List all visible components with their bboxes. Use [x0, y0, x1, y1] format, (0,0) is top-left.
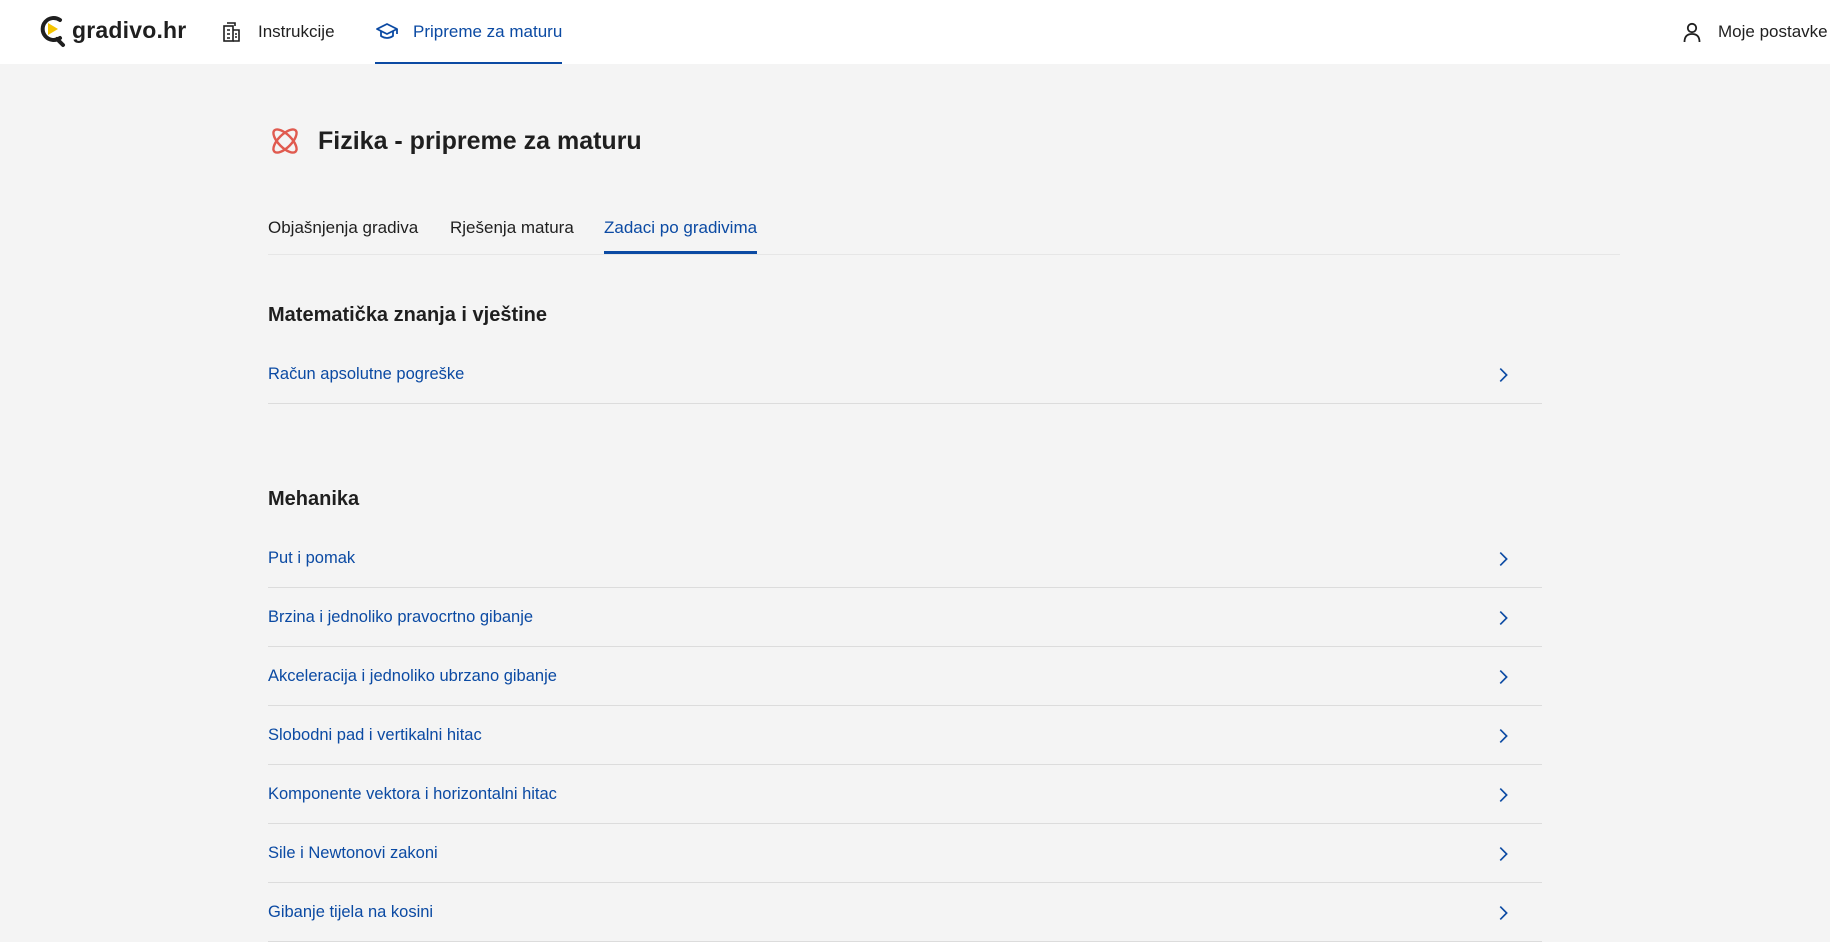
chevron-right-icon — [1499, 905, 1508, 920]
top-navigation-bar: gradivo.hr Instrukcije Pripreme za matur… — [0, 0, 1830, 64]
topic-list: Put i pomak Brzina i jednoliko pravocrtn… — [268, 530, 1542, 942]
page-header: Fizika - pripreme za maturu — [268, 124, 642, 158]
topic-list: Račun apsolutne pogreške — [268, 346, 1542, 404]
topic-item[interactable]: Put i pomak — [268, 530, 1542, 588]
topic-item[interactable]: Slobodni pad i vertikalni hitac — [268, 707, 1542, 765]
topic-label: Put i pomak — [268, 549, 356, 567]
graduation-cap-icon — [376, 23, 398, 39]
chevron-right-icon — [1499, 669, 1508, 684]
chevron-right-icon — [1499, 551, 1508, 566]
tab-objasnjenja-gradiva[interactable]: Objašnjenja gradiva — [268, 218, 418, 254]
topic-item[interactable]: Sile i Newtonovi zakoni — [268, 825, 1542, 883]
section-matematicka-znanja: Matematička znanja i vještine Račun apso… — [268, 300, 1542, 404]
section-title: Matematička znanja i vještine — [268, 304, 548, 326]
nav-instrukcije-label: Instrukcije — [258, 22, 335, 41]
topic-label: Slobodni pad i vertikalni hitac — [268, 726, 482, 744]
content-tabs: Objašnjenja gradiva Rješenja matura Zada… — [268, 206, 1620, 255]
chevron-right-icon — [1499, 610, 1508, 625]
nav-pripreme-label: Pripreme za maturu — [413, 22, 563, 41]
brand-name: gradivo.hr — [72, 16, 187, 43]
nav-pripreme-za-maturu[interactable]: Pripreme za maturu — [375, 0, 563, 64]
user-settings-label: Moje postavke — [1718, 22, 1828, 41]
user-icon — [1683, 22, 1701, 43]
topic-label: Gibanje tijela na kosini — [268, 903, 434, 921]
topic-label: Akceleracija i jednoliko ubrzano gibanje — [268, 667, 557, 685]
topic-label: Komponente vektora i horizontalni hitac — [268, 785, 557, 803]
brand-logo[interactable]: gradivo.hr — [38, 12, 186, 48]
tab-rjesenja-matura[interactable]: Rješenja matura — [450, 218, 574, 254]
chevron-right-icon — [1499, 846, 1508, 861]
topic-item[interactable]: Brzina i jednoliko pravocrtno gibanje — [268, 589, 1542, 647]
topic-item[interactable]: Račun apsolutne pogreške — [268, 346, 1542, 404]
tab-zadaci-po-gradivima[interactable]: Zadaci po gradivima — [604, 218, 758, 254]
topic-label: Brzina i jednoliko pravocrtno gibanje — [268, 608, 534, 626]
topic-label: Sile i Newtonovi zakoni — [268, 844, 438, 862]
user-settings-link[interactable]: Moje postavke — [1680, 0, 1828, 64]
section-title: Mehanika — [268, 488, 360, 510]
chevron-right-icon — [1499, 787, 1508, 802]
logo-icon — [40, 16, 65, 47]
chevron-right-icon — [1499, 728, 1508, 743]
chevron-right-icon — [1499, 367, 1508, 382]
topic-item[interactable]: Komponente vektora i horizontalni hitac — [268, 766, 1542, 824]
nav-instrukcije[interactable]: Instrukcije — [220, 0, 335, 64]
topic-item[interactable]: Gibanje tijela na kosini — [268, 884, 1542, 942]
topic-item[interactable]: Akceleracija i jednoliko ubrzano gibanje — [268, 648, 1542, 706]
topic-label: Račun apsolutne pogreške — [268, 365, 465, 383]
page-title: Fizika - pripreme za maturu — [318, 126, 642, 155]
section-mehanika: Mehanika Put i pomak Brzina i jednoliko … — [268, 484, 1542, 942]
building-icon — [223, 22, 240, 42]
atom-icon — [272, 128, 298, 154]
